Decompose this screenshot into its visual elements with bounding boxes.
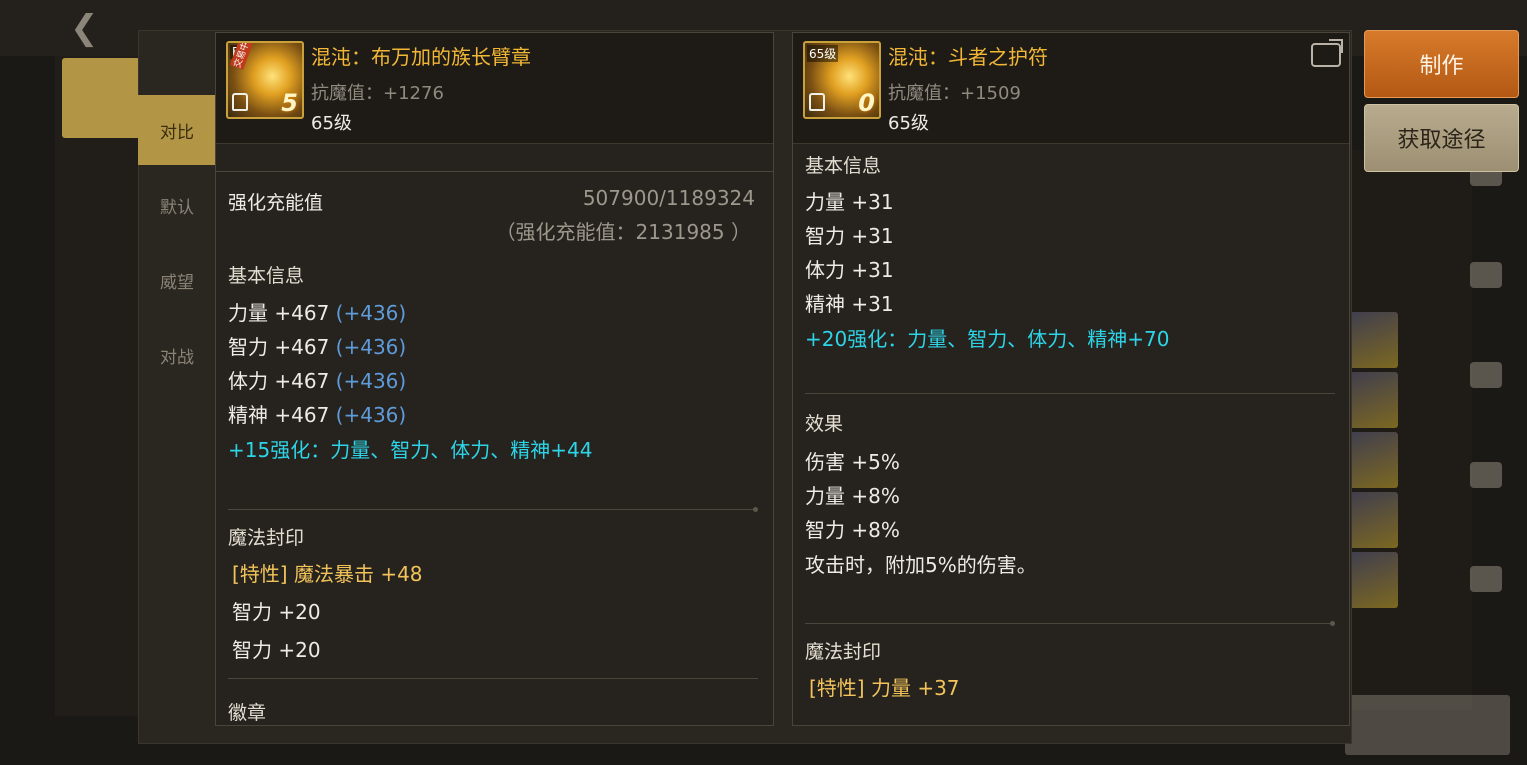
effect-line: 伤害 +5% (805, 450, 900, 474)
divider (805, 393, 1335, 394)
make-button[interactable]: 制作 (1364, 30, 1519, 98)
seal-line: [特性] 魔法暴击 +48 (232, 562, 423, 586)
stat-row: 智力 +31 (805, 224, 894, 248)
seal-line: [特性] 力量 +37 (809, 676, 960, 700)
stat-row: 精神 +467 (+436) (228, 403, 407, 427)
magic-seal-title: 魔法封印 (228, 527, 305, 549)
item-header: 65级 0 混沌：斗者之护符 抗魔值：+1509 65级 (793, 33, 1349, 144)
divider (228, 507, 758, 512)
tab-prestige[interactable]: 威望 (138, 245, 216, 315)
enhance-level-badge: 0 (858, 89, 875, 117)
background-thumbnail (1350, 372, 1398, 428)
tab-default[interactable]: 默认 (138, 170, 216, 240)
item-icon[interactable]: F 交易中 5 (226, 41, 304, 119)
charge-value: 507900/1189324 (582, 186, 755, 210)
item-resistance: 抗魔值：+1509 (888, 83, 1021, 104)
item-resistance: 抗魔值：+1276 (311, 83, 444, 104)
tab-compare[interactable]: 对比 (138, 95, 216, 165)
background-thumbnail (1350, 492, 1398, 548)
emblem-title: 徽章 (228, 702, 267, 724)
item-icon[interactable]: 65级 0 (803, 41, 881, 119)
stat-row: 智力 +467 (+436) (228, 335, 407, 359)
background-bottom-button (1345, 695, 1510, 755)
effect-line: 智力 +8% (805, 518, 900, 542)
background-thumbnail (1350, 552, 1398, 608)
background-menu-tab (62, 58, 140, 138)
stat-row: 体力 +31 (805, 258, 894, 282)
stat-row: 力量 +467 (+436) (228, 301, 407, 325)
background-thumbnail (1350, 432, 1398, 488)
divider (216, 171, 773, 172)
stat-row: 体力 +467 (+436) (228, 369, 407, 393)
effect-line: 攻击时，附加5%的伤害。 (805, 553, 1037, 577)
lock-icon (809, 93, 825, 111)
get-source-button[interactable]: 获取途径 (1364, 104, 1519, 172)
enhance-bonus: +15强化：力量、智力、体力、精神+44 (228, 438, 593, 462)
seal-line: 智力 +20 (232, 638, 321, 662)
charge-total: （强化充能值：2131985 ） (495, 220, 751, 244)
chat-bubble-icon (1470, 566, 1502, 592)
item-level: 65级 (311, 113, 352, 134)
chat-bubble-icon (1470, 262, 1502, 288)
seal-line: 智力 +20 (232, 600, 321, 624)
effect-title: 效果 (805, 413, 844, 435)
item-name: 混沌：布万加的族长臂章 (311, 45, 531, 69)
enhance-level-badge: 5 (281, 89, 298, 117)
chat-bubble-icon (1470, 462, 1502, 488)
compare-side-tabs: 对比 默认 威望 对战 (138, 95, 216, 395)
background-thumbnail (1350, 312, 1398, 368)
item-level: 65级 (888, 113, 929, 134)
charge-label: 强化充能值 (228, 192, 324, 214)
compared-item-card: 65级 0 混沌：斗者之护符 抗魔值：+1509 65级 基本信息 力量 +31… (792, 32, 1350, 726)
basic-info-title: 基本信息 (228, 265, 305, 287)
divider (228, 678, 758, 679)
effect-line: 力量 +8% (805, 484, 900, 508)
item-header: F 交易中 5 混沌：布万加的族长臂章 抗魔值：+1276 65级 (216, 33, 773, 144)
stat-row: 精神 +31 (805, 292, 894, 316)
lock-icon (232, 93, 248, 111)
back-arrow-icon[interactable]: ❮ (70, 10, 110, 46)
basic-info-title: 基本信息 (805, 155, 882, 177)
magic-seal-title: 魔法封印 (805, 641, 882, 663)
enhance-bonus: +20强化：力量、智力、体力、精神+70 (805, 327, 1170, 351)
divider (805, 621, 1335, 626)
background-left-menu (55, 56, 145, 716)
equipped-item-card: F 交易中 5 混沌：布万加的族长臂章 抗魔值：+1276 65级 强化充能值 … (215, 32, 774, 726)
share-icon[interactable] (1311, 39, 1343, 67)
stat-row: 力量 +31 (805, 190, 894, 214)
background-right-list (1352, 150, 1472, 710)
icon-level-badge: 65级 (807, 45, 839, 62)
chat-bubble-icon (1470, 362, 1502, 388)
tab-battle[interactable]: 对战 (138, 320, 216, 390)
item-name: 混沌：斗者之护符 (888, 45, 1048, 69)
